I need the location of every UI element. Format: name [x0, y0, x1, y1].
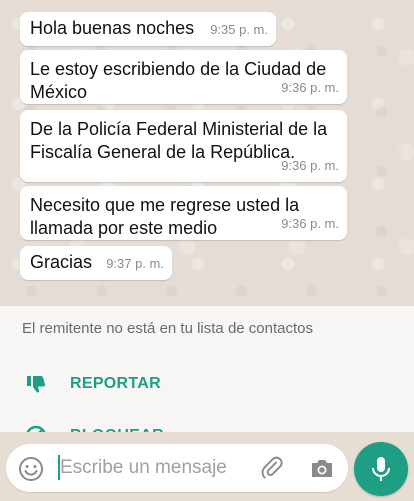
message-text: Gracias: [30, 252, 93, 272]
message-placeholder: Escribe un mensaje: [60, 457, 227, 478]
unknown-sender-panel: El remitente no está en tu lista de cont…: [0, 306, 414, 447]
message-bubble[interactable]: De la Policía Federal Ministerial de la …: [20, 110, 347, 182]
message-bubble[interactable]: Le estoy escribiendo de la Ciudad de Méx…: [20, 50, 347, 104]
message-text: Hola buenas noches: [30, 18, 195, 38]
microphone-icon: [372, 457, 390, 481]
microphone-button[interactable]: [354, 442, 408, 496]
report-button[interactable]: REPORTAR: [24, 372, 161, 396]
message-bubble[interactable]: Hola buenas noches 9:35 p. m.: [20, 12, 276, 46]
camera-icon[interactable]: [308, 456, 336, 482]
message-time: 9:37 p. m.: [106, 256, 164, 271]
message-time: 9:35 p. m.: [210, 22, 268, 37]
message-text: Necesito que me regrese usted la llamada…: [30, 195, 300, 238]
message-bubble[interactable]: Gracias 9:37 p. m.: [20, 246, 172, 280]
message-time: 9:36 p. m.: [281, 80, 339, 95]
message-time: 9:36 p. m.: [281, 158, 339, 173]
report-label: REPORTAR: [70, 375, 161, 392]
chat-area: Hola buenas noches 9:35 p. m. Le estoy e…: [0, 0, 414, 306]
composer-bar: Escribe un mensaje: [0, 432, 414, 501]
thumbs-down-icon: [27, 376, 46, 393]
paperclip-icon[interactable]: [260, 456, 286, 482]
message-bubble[interactable]: Necesito que me regrese usted la llamada…: [20, 186, 347, 240]
message-time: 9:36 p. m.: [281, 216, 339, 231]
unknown-sender-notice: El remitente no está en tu lista de cont…: [22, 320, 313, 337]
emoji-icon[interactable]: [18, 456, 44, 482]
message-input[interactable]: Escribe un mensaje: [6, 444, 348, 492]
